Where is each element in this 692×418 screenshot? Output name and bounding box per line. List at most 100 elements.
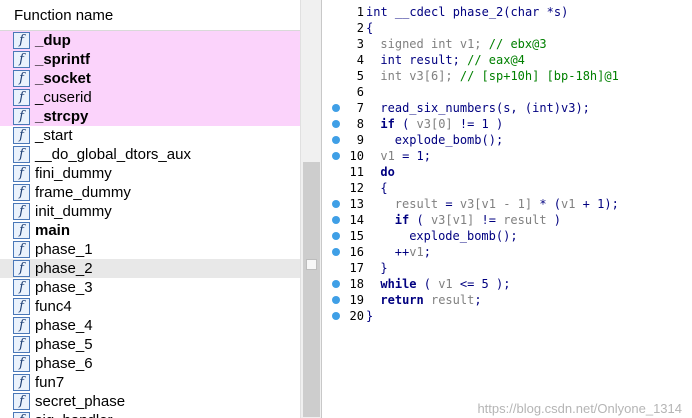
function-f-icon: f <box>13 412 30 418</box>
function-row-dup[interactable]: f _dup <box>0 31 300 50</box>
code-token: return <box>380 293 424 307</box>
function-row-phase-1[interactable]: f phase_1 <box>0 240 300 259</box>
line-number: 5 <box>356 69 364 83</box>
line-number: 16 <box>349 245 364 259</box>
function-row-func4[interactable]: f func4 <box>0 297 300 316</box>
code-line[interactable]: 17} <box>322 260 692 276</box>
code-line[interactable]: 11 do <box>322 164 692 180</box>
function-f-icon: f <box>13 298 30 315</box>
code-token: { <box>380 181 388 195</box>
code-line[interactable]: 13 result = v3[v1 - 1] * (v1 + 1); <box>322 196 692 212</box>
scrollbar-position-marker <box>306 259 317 270</box>
function-name: phase_2 <box>35 260 93 277</box>
function-name: phase_3 <box>35 279 93 296</box>
function-row-phase-4[interactable]: f phase_4 <box>0 316 300 335</box>
function-row-phase-6[interactable]: f phase_6 <box>0 354 300 373</box>
code-token: // [sp+10h] [bp-18h]@1 <box>459 69 619 83</box>
function-row-main[interactable]: f main <box>0 221 300 240</box>
code-token: // eax@4 <box>467 53 525 67</box>
code-line[interactable]: 20} <box>322 308 692 324</box>
code-text: ++v1; <box>395 244 431 260</box>
function-row-init-dummy[interactable]: f init_dummy <box>0 202 300 221</box>
function-list-header[interactable]: Function name <box>0 0 300 31</box>
breakpoint-dot-icon[interactable] <box>332 248 340 256</box>
function-row-fun7[interactable]: f fun7 <box>0 373 300 392</box>
breakpoint-dot-icon[interactable] <box>332 200 340 208</box>
code-text: if ( v3[v1] != result ) <box>395 212 561 228</box>
code-line[interactable]: 8 if ( v3[0] != 1 ) <box>322 116 692 132</box>
code-line[interactable]: 10 v1 = 1; <box>322 148 692 164</box>
code-text: } <box>366 308 373 324</box>
line-number: 2 <box>356 21 364 35</box>
code-text: int v3[6]; // [sp+10h] [bp-18h]@1 <box>380 68 618 84</box>
function-name: _dup <box>35 32 71 49</box>
breakpoint-dot-icon[interactable] <box>332 296 340 304</box>
function-f-icon: f <box>13 241 30 258</box>
breakpoint-dot-icon[interactable] <box>332 216 340 224</box>
function-row-socket[interactable]: f _socket <box>0 69 300 88</box>
pseudocode-panel: 1 int __cdecl phase_2(char *s) 2{3 signed i… <box>322 0 692 418</box>
code-line[interactable]: 14 if ( v3[v1] != result ) <box>322 212 692 228</box>
function-row-phase-2[interactable]: f phase_2 <box>0 259 300 278</box>
breakpoint-dot-icon[interactable] <box>332 152 340 160</box>
code-line[interactable]: 19 return result; <box>322 292 692 308</box>
code-line[interactable]: 5 int v3[6]; // [sp+10h] [bp-18h]@1 <box>322 68 692 84</box>
breakpoint-dot-icon[interactable] <box>332 312 340 320</box>
code-token: if <box>394 213 410 227</box>
code-line[interactable]: 12 { <box>322 180 692 196</box>
watermark: https://blog.csdn.net/Onlyone_1314 <box>477 401 682 416</box>
line-number: 11 <box>349 165 364 179</box>
code-token: ; <box>423 245 431 259</box>
code-text: return result; <box>380 292 481 308</box>
function-row-start[interactable]: f _start <box>0 126 300 145</box>
breakpoint-dot-icon[interactable] <box>332 280 340 288</box>
function-row-strcpy[interactable]: f _strcpy <box>0 107 300 126</box>
breakpoint-dot-icon[interactable] <box>332 136 340 144</box>
function-list-scrollbar[interactable] <box>300 0 321 418</box>
code-line[interactable]: 16 ++v1; <box>322 244 692 260</box>
function-row-frame-dummy[interactable]: f frame_dummy <box>0 183 300 202</box>
function-name: sig_handler <box>35 411 113 418</box>
code-line[interactable]: 18 while ( v1 <= 5 ); <box>322 276 692 292</box>
breakpoint-dot-icon[interactable] <box>332 104 340 112</box>
function-row-phase-5[interactable]: f phase_5 <box>0 335 300 354</box>
code-text: int result; // eax@4 <box>380 52 525 68</box>
function-f-icon: f <box>13 374 30 391</box>
function-f-icon: f <box>13 393 30 410</box>
code-text: result = v3[v1 - 1] * (v1 + 1); <box>395 196 619 212</box>
code-text: explode_bomb(); <box>395 132 503 148</box>
code-token: int result; <box>380 53 468 67</box>
function-f-icon: f <box>13 108 30 125</box>
function-row-sprintf[interactable]: f _sprintf <box>0 50 300 69</box>
code-line[interactable]: 4 int result; // eax@4 <box>322 52 692 68</box>
code-line[interactable]: 3 signed int v1; // ebx@3 <box>322 36 692 52</box>
code-token: v3[0] <box>416 117 453 131</box>
function-row-phase-3[interactable]: f phase_3 <box>0 278 300 297</box>
code-line[interactable]: 15 explode_bomb(); <box>322 228 692 244</box>
function-f-icon: f <box>13 51 30 68</box>
function-row-fini-dummy[interactable]: f fini_dummy <box>0 164 300 183</box>
function-row-do-global-dtors-aux[interactable]: f __do_global_dtors_aux <box>0 145 300 164</box>
function-f-icon: f <box>13 279 30 296</box>
function-row-sig-handler[interactable]: f sig_handler <box>0 411 300 418</box>
scrollbar-thumb[interactable] <box>303 162 320 417</box>
breakpoint-dot-icon[interactable] <box>332 232 340 240</box>
code-line[interactable]: 2{ <box>322 20 692 36</box>
code-line[interactable]: 7 read_six_numbers(s, (int)v3); <box>322 100 692 116</box>
code-line[interactable]: 9 explode_bomb(); <box>322 132 692 148</box>
breakpoint-dot-icon[interactable] <box>332 120 340 128</box>
function-name: _cuserid <box>35 89 92 106</box>
line-number: 14 <box>349 213 364 227</box>
function-name: phase_1 <box>35 241 93 258</box>
function-f-icon: f <box>13 165 30 182</box>
code-text: { <box>366 20 373 36</box>
code-line[interactable]: 6 <box>322 84 692 100</box>
code-token: while <box>380 277 417 291</box>
function-name: phase_5 <box>35 336 93 353</box>
code-token: <= 5 ); <box>452 277 511 291</box>
line-number: 7 <box>356 101 364 115</box>
function-row-secret-phase[interactable]: f secret_phase <box>0 392 300 411</box>
code-line[interactable]: 1 int __cdecl phase_2(char *s) <box>322 4 692 20</box>
line-number: 19 <box>349 293 364 307</box>
function-row-cuserid[interactable]: f _cuserid <box>0 88 300 107</box>
